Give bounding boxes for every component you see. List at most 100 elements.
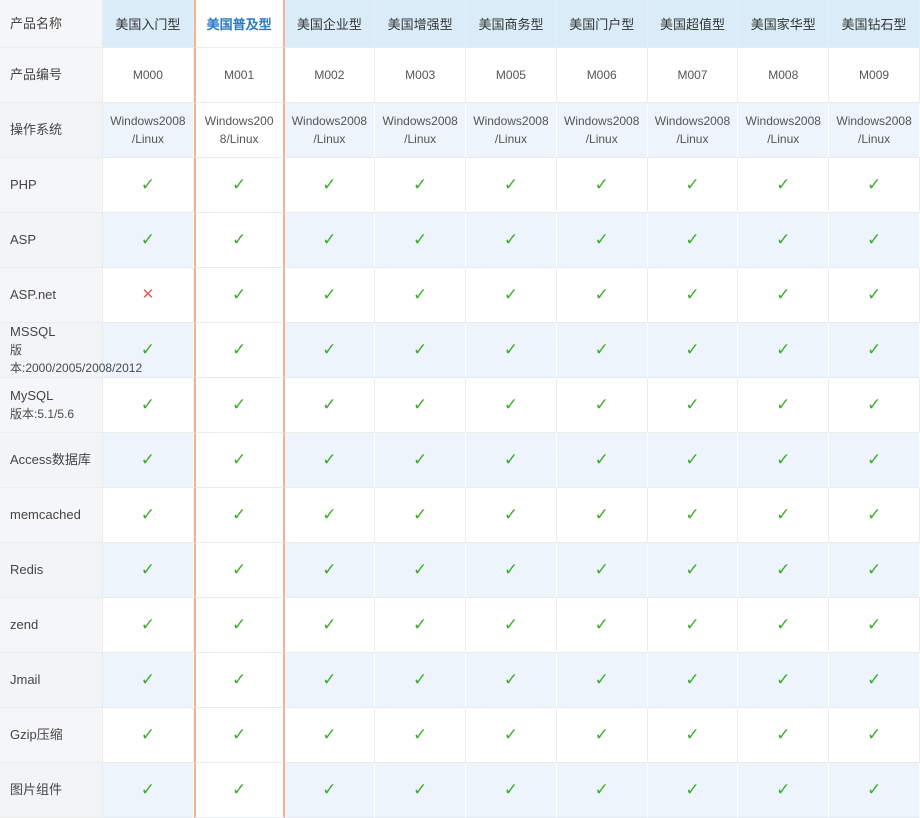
- check-icon: ✓: [595, 560, 609, 579]
- feature-row: Access数据库✓✓✓✓✓✓✓✓✓: [0, 433, 920, 488]
- feature-cell: ✓: [285, 543, 376, 598]
- feature-sublabel: 版本:2000/2005/2008/2012: [10, 341, 96, 377]
- product-header-M000[interactable]: 美国入门型: [103, 0, 194, 48]
- check-icon: ✓: [504, 395, 518, 414]
- check-icon: ✓: [685, 175, 699, 194]
- check-icon: ✓: [685, 560, 699, 579]
- feature-cell: ✓: [103, 653, 194, 708]
- product-code-cell: M001: [194, 48, 285, 103]
- check-icon: ✓: [141, 395, 155, 414]
- feature-cell: ✓: [557, 268, 648, 323]
- feature-cell: ✓: [375, 598, 466, 653]
- check-icon: ✓: [413, 505, 427, 524]
- feature-cell: ✓: [375, 488, 466, 543]
- feature-cell: ✓: [194, 708, 285, 763]
- product-header-M008[interactable]: 美国家华型: [738, 0, 829, 48]
- check-icon: ✓: [232, 230, 246, 249]
- feature-cell: ✓: [466, 378, 557, 433]
- feature-cell: ✓: [375, 708, 466, 763]
- corner-label: 产品名称: [0, 0, 103, 48]
- feature-row: ASP✓✓✓✓✓✓✓✓✓: [0, 213, 920, 268]
- check-icon: ✓: [685, 505, 699, 524]
- feature-cell: ✓: [466, 543, 557, 598]
- feature-cell: ✓: [466, 158, 557, 213]
- product-header-M006[interactable]: 美国门户型: [557, 0, 648, 48]
- feature-cell: ✓: [738, 763, 829, 818]
- feature-cell: ✓: [738, 323, 829, 378]
- check-icon: ✓: [232, 560, 246, 579]
- feature-cell: ✓: [466, 488, 557, 543]
- feature-cell: ✓: [194, 598, 285, 653]
- check-icon: ✓: [232, 175, 246, 194]
- feature-cell: ✓: [829, 543, 920, 598]
- feature-row-label: memcached: [0, 488, 103, 543]
- product-header-M007[interactable]: 美国超值型: [648, 0, 739, 48]
- feature-cell: ✓: [557, 543, 648, 598]
- product-code-cell: M007: [648, 48, 739, 103]
- check-icon: ✓: [232, 285, 246, 304]
- feature-cell: ✓: [557, 323, 648, 378]
- feature-cell: ✓: [375, 378, 466, 433]
- check-icon: ✓: [595, 175, 609, 194]
- check-icon: ✓: [685, 285, 699, 304]
- product-header-M001[interactable]: 美国普及型: [194, 0, 285, 48]
- feature-cell: ✓: [648, 598, 739, 653]
- check-icon: ✓: [504, 725, 518, 744]
- check-icon: ✓: [595, 450, 609, 469]
- os-cell: Windows2008/Linux: [466, 103, 557, 158]
- feature-cell: ✓: [466, 763, 557, 818]
- check-icon: ✓: [867, 285, 881, 304]
- check-icon: ✓: [322, 395, 336, 414]
- check-icon: ✓: [322, 670, 336, 689]
- feature-cell: ✓: [557, 488, 648, 543]
- check-icon: ✓: [867, 725, 881, 744]
- feature-cell: ✓: [103, 378, 194, 433]
- feature-cell: ✓: [829, 378, 920, 433]
- check-icon: ✓: [141, 560, 155, 579]
- product-header-M003[interactable]: 美国增强型: [375, 0, 466, 48]
- feature-cell: ✓: [285, 598, 376, 653]
- check-icon: ✓: [595, 780, 609, 799]
- feature-cell: ✓: [648, 708, 739, 763]
- feature-cell: ✓: [829, 213, 920, 268]
- product-comparison-table: 产品名称美国入门型美国普及型美国企业型美国增强型美国商务型美国门户型美国超值型美…: [0, 0, 920, 818]
- check-icon: ✓: [867, 450, 881, 469]
- feature-cell: ✓: [557, 763, 648, 818]
- check-icon: ✓: [776, 615, 790, 634]
- feature-cell: ✓: [829, 433, 920, 488]
- feature-cell: ✓: [466, 433, 557, 488]
- feature-row: MSSQL版本:2000/2005/2008/2012✓✓✓✓✓✓✓✓✓: [0, 323, 920, 378]
- feature-cell: ✓: [285, 268, 376, 323]
- feature-cell: ✓: [285, 158, 376, 213]
- check-icon: ✓: [232, 395, 246, 414]
- check-icon: ✓: [413, 780, 427, 799]
- check-icon: ✓: [413, 395, 427, 414]
- feature-row-label: Jmail: [0, 653, 103, 708]
- feature-row: ASP.net✕✓✓✓✓✓✓✓✓: [0, 268, 920, 323]
- os-cell: Windows2008/Linux: [375, 103, 466, 158]
- feature-cell: ✓: [194, 213, 285, 268]
- check-icon: ✓: [413, 450, 427, 469]
- feature-cell: ✓: [285, 213, 376, 268]
- check-icon: ✓: [322, 505, 336, 524]
- product-header-M009[interactable]: 美国钻石型: [829, 0, 920, 48]
- feature-cell: ✓: [648, 653, 739, 708]
- feature-row: MySQL版本:5.1/5.6✓✓✓✓✓✓✓✓✓: [0, 378, 920, 433]
- check-icon: ✓: [413, 285, 427, 304]
- check-icon: ✓: [413, 560, 427, 579]
- check-icon: ✓: [141, 780, 155, 799]
- feature-cell: ✓: [466, 708, 557, 763]
- check-icon: ✓: [141, 505, 155, 524]
- feature-row: Jmail✓✓✓✓✓✓✓✓✓: [0, 653, 920, 708]
- feature-label: 图片组件: [10, 781, 96, 799]
- check-icon: ✓: [595, 505, 609, 524]
- check-icon: ✓: [504, 450, 518, 469]
- product-header-M002[interactable]: 美国企业型: [285, 0, 376, 48]
- feature-cell: ✓: [375, 543, 466, 598]
- feature-cell: ✓: [194, 323, 285, 378]
- product-header-M005[interactable]: 美国商务型: [466, 0, 557, 48]
- feature-cell: ✓: [829, 763, 920, 818]
- feature-row: memcached✓✓✓✓✓✓✓✓✓: [0, 488, 920, 543]
- feature-cell: ✓: [557, 653, 648, 708]
- feature-cell: ✓: [375, 268, 466, 323]
